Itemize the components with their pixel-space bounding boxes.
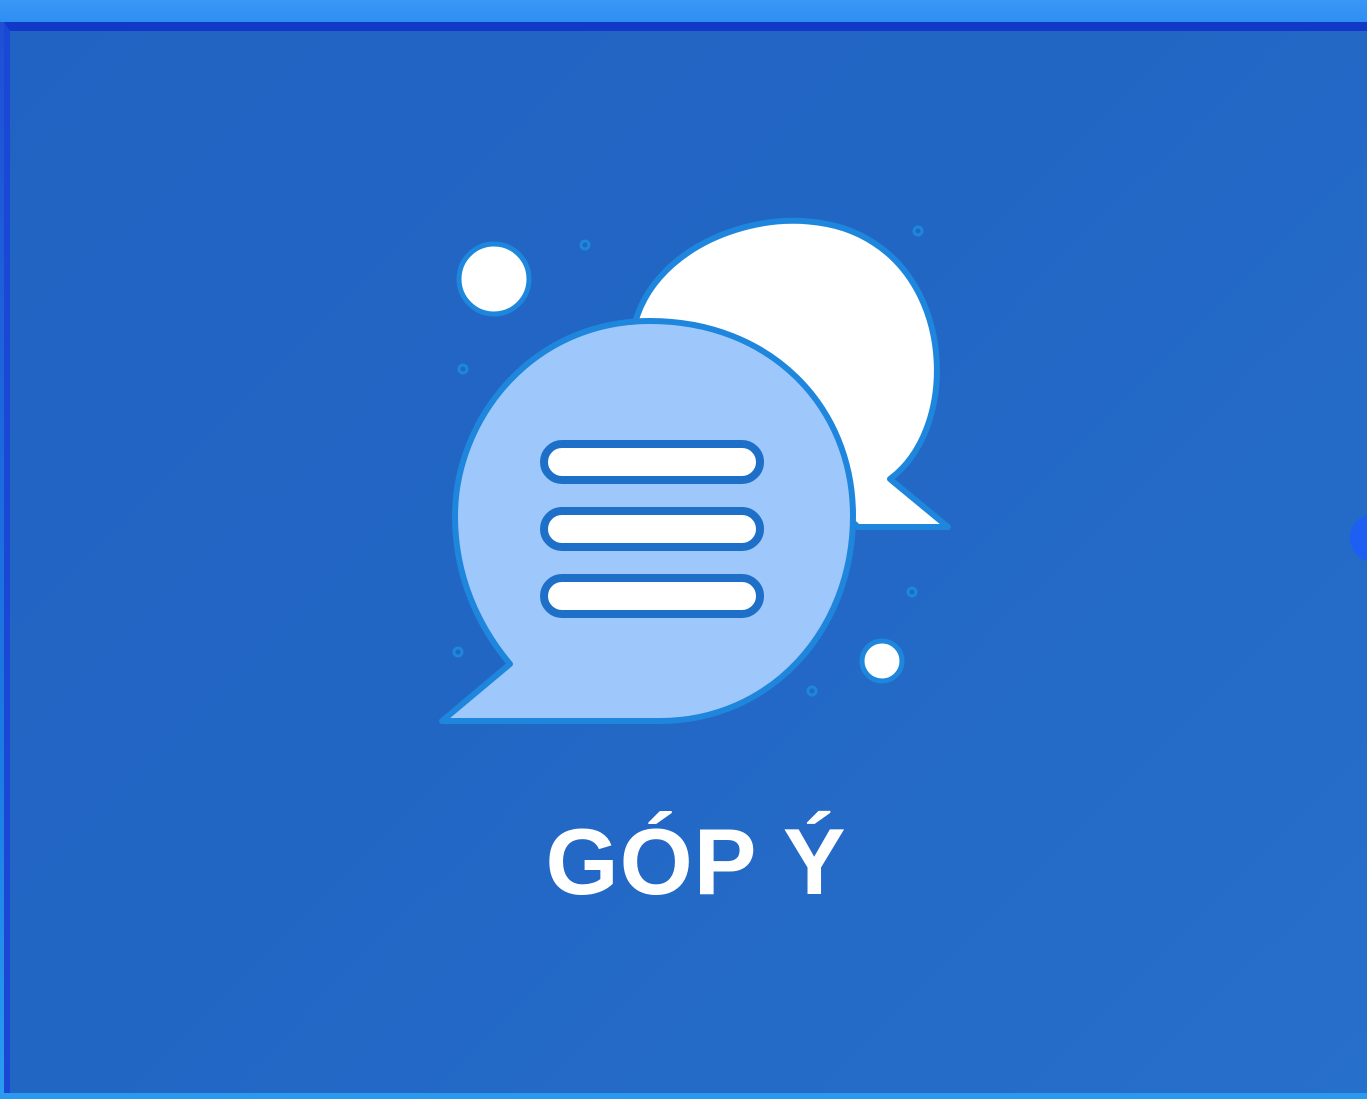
top-border <box>0 0 1367 22</box>
chat-bubbles-icon <box>439 217 951 724</box>
orb-small <box>859 638 905 684</box>
message-lines <box>540 440 764 618</box>
tile-label: GÓP Ý <box>545 809 847 914</box>
feedback-tile[interactable]: GÓP Ý <box>4 22 1367 1093</box>
orb-large <box>456 241 532 317</box>
